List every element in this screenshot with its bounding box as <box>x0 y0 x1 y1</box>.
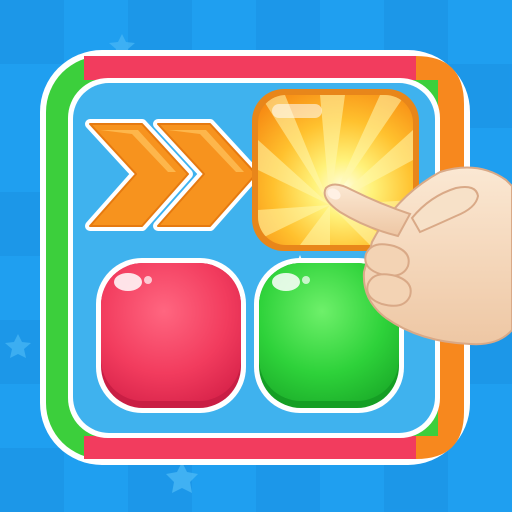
app-icon-artwork <box>0 0 512 512</box>
app-icon <box>0 0 512 512</box>
red-tile-icon[interactable] <box>96 258 246 413</box>
